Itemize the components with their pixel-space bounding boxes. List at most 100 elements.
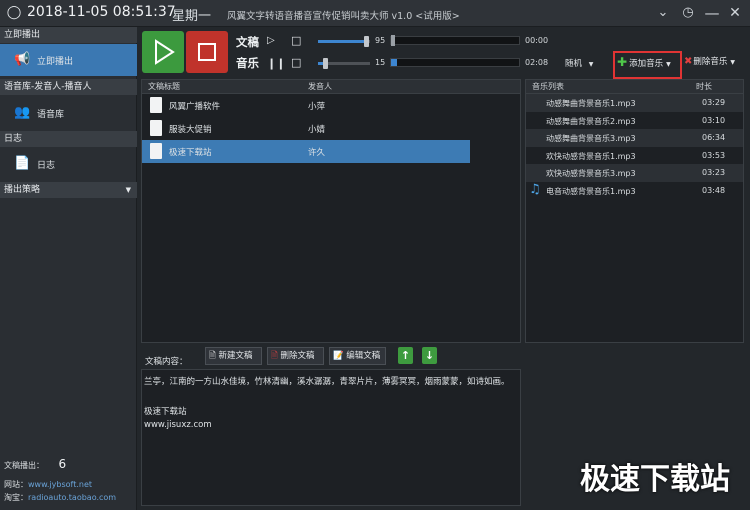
website-info: 网站：www.jybsoft.net — [4, 479, 92, 490]
taobao-link[interactable]: radioauto.taobao.com — [28, 493, 116, 502]
doc-speaker: 小萍 — [308, 102, 326, 112]
website-link[interactable]: www.jybsoft.net — [28, 480, 92, 489]
doc-stop-icon[interactable]: □ — [291, 34, 301, 47]
music-name: 欢快动感背景音乐3.mp3 — [546, 169, 636, 178]
sidebar-item-log[interactable]: 📄 日志 — [0, 148, 137, 180]
watermark: 极速下载站 — [580, 462, 730, 497]
clock-icon[interactable]: ◷ — [679, 4, 697, 22]
content-label: 文稿内容： — [145, 357, 188, 367]
chevron-down-icon: ▼ — [730, 59, 736, 66]
doc-table: 文稿标题 发音人 风翼广播软件 小萍 服装大促销 小婧 极速下载站 许久 — [141, 79, 521, 343]
weekday-display: 星期一 — [172, 9, 212, 24]
delete-doc-label: 删除文稿 — [280, 351, 315, 361]
move-up-button[interactable]: ↑ — [398, 347, 413, 364]
count-value: 6 — [58, 457, 67, 471]
megaphone-icon: 📢 — [14, 52, 31, 67]
play-button[interactable] — [142, 31, 184, 73]
doc-title: 风翼广播软件 — [169, 102, 221, 112]
music-pause-icon[interactable]: ❙❙ — [267, 57, 285, 70]
sidebar-item-voice-library[interactable]: 👥 语音库 — [0, 97, 137, 129]
doc-row[interactable]: 风翼广播软件 小萍 — [142, 94, 520, 117]
col-speaker-header[interactable]: 发音人 — [308, 80, 332, 94]
music-note-icon: ♫ — [529, 181, 541, 197]
music-volume-knob[interactable] — [322, 58, 328, 69]
doc-volume-fill — [318, 40, 368, 43]
sidebar-header-voice-library[interactable]: 语音库-发音人-播音人 — [0, 79, 137, 95]
taobao-label: 淘宝： — [4, 493, 28, 502]
music-row[interactable]: 动感舞曲背景音乐2.mp3 03:10 — [526, 112, 743, 130]
content-textarea[interactable]: 兰亭，江南的一方山水佳境，竹林清幽，溪水潺潺，青翠片片，薄雾冥冥，烟雨蒙蒙，如诗… — [141, 369, 521, 506]
content-line — [144, 390, 518, 405]
content-line: www.jisuxz.com — [144, 420, 212, 430]
datetime-display: 2018-11-05 08:51:37 — [27, 4, 176, 20]
stop-button[interactable] — [186, 31, 228, 73]
music-duration: 03:10 — [702, 115, 726, 125]
sidebar-item-label: 语音库 — [37, 110, 65, 120]
music-name: 动感舞曲背景音乐3.mp3 — [546, 134, 636, 143]
document-icon — [150, 120, 162, 136]
doc-volume-slider[interactable] — [318, 40, 370, 43]
title-bar: ◯ 2018-11-05 08:51:37 星期一 风翼文字转语音播音宣传促销叫… — [0, 0, 750, 27]
col-music-header[interactable]: 音乐列表 — [532, 80, 564, 94]
delete-doc-button[interactable]: 🗎 删除文稿 — [267, 347, 324, 365]
edit-doc-label: 编辑文稿 — [346, 351, 381, 361]
doc-title: 极速下载站 — [169, 148, 212, 158]
music-name: 欢快动感背景音乐1.mp3 — [546, 151, 636, 161]
doc-volume-knob[interactable] — [364, 36, 370, 47]
col-title-header[interactable]: 文稿标题 — [148, 80, 180, 94]
doc-time: 00:00 — [525, 36, 549, 45]
music-row-playing[interactable]: ♫ 电音动感背景音乐1.mp3 03:48 — [526, 182, 743, 200]
play-icon — [155, 39, 175, 65]
delete-music-label: 删除音乐 — [693, 57, 728, 67]
delete-music-button[interactable]: ✖删除音乐 ▼ — [684, 54, 746, 72]
doc-progress-knob[interactable] — [391, 35, 395, 46]
music-table-header: 音乐列表 时长 — [526, 80, 743, 94]
document-icon — [150, 97, 162, 113]
col-duration-header[interactable]: 时长 — [696, 80, 712, 94]
content-line: 兰亭，江南的一方山水佳境，竹林清幽，溪水潺潺，青翠片片，薄雾冥冥，烟雨蒙蒙，如诗… — [144, 377, 510, 387]
plus-icon: ✚ — [617, 55, 628, 69]
music-row[interactable]: 欢快动感背景音乐3.mp3 03:23 — [526, 164, 743, 182]
chevron-down-icon: ▼ — [125, 186, 131, 194]
music-stop-icon[interactable]: □ — [291, 56, 301, 69]
sidebar-header-strategy[interactable]: 播出策略 ▼ — [0, 182, 137, 198]
doc-speaker: 许久 — [308, 148, 326, 158]
music-row[interactable]: 动感舞曲背景音乐3.mp3 06:34 — [526, 129, 743, 147]
chevron-down-icon: ▼ — [588, 61, 594, 68]
edit-doc-button[interactable]: 📝 编辑文稿 — [329, 347, 386, 365]
doc-row-selected[interactable]: 极速下载站 许久 — [142, 140, 470, 163]
sidebar-item-label: 日志 — [37, 161, 56, 171]
close-icon[interactable]: ✕ — [726, 4, 744, 22]
music-duration: 03:29 — [702, 98, 726, 107]
music-progress-bar[interactable] — [390, 58, 520, 67]
chevron-down-icon: ▼ — [666, 61, 671, 68]
doc-title: 服装大促销 — [169, 125, 212, 135]
sidebar-header-log[interactable]: 日志 — [0, 131, 137, 147]
music-name: 电音动感背景音乐1.mp3 — [546, 186, 636, 196]
music-name: 动感舞曲背景音乐2.mp3 — [546, 116, 636, 126]
sidebar-header-broadcast[interactable]: 立即播出 — [0, 27, 137, 43]
doc-control-label: 文稿 — [236, 35, 259, 49]
music-progress-fill — [391, 59, 398, 66]
edit-document-icon: 📝 — [333, 351, 344, 361]
doc-progress-bar[interactable] — [390, 36, 520, 45]
new-document-icon: 🗎 — [209, 351, 216, 361]
chevron-down-icon[interactable]: ⌄ — [654, 4, 672, 22]
move-down-button[interactable]: ↓ — [422, 347, 437, 364]
app-title: 风翼文字转语音播音宣传促销叫卖大师 v1.0 <试用版> — [227, 11, 460, 22]
play-mode-select[interactable]: 随机 ▼ — [565, 57, 593, 69]
music-control-label: 音乐 — [236, 56, 259, 70]
new-doc-button[interactable]: 🗎 新建文稿 — [205, 347, 262, 365]
doc-play-icon[interactable]: ▷ — [267, 35, 275, 46]
music-row[interactable]: 欢快动感背景音乐1.mp3 03:53 — [526, 147, 743, 165]
add-music-button[interactable]: ✚ 添加音乐 ▼ — [617, 54, 678, 72]
music-row[interactable]: 动感舞曲背景音乐1.mp3 03:29 — [526, 94, 743, 112]
sidebar-item-label: 立即播出 — [37, 57, 74, 67]
sidebar-item-broadcast[interactable]: 📢 立即播出 — [0, 44, 137, 76]
user-icon[interactable]: ◯ — [6, 5, 22, 21]
doc-row[interactable]: 服装大促销 小婧 — [142, 117, 520, 140]
minimize-icon[interactable]: — — [703, 4, 721, 22]
arrow-up-icon: ↑ — [400, 349, 411, 362]
music-name: 动感舞曲背景音乐1.mp3 — [546, 99, 636, 108]
delete-document-icon: 🗎 — [271, 351, 278, 361]
